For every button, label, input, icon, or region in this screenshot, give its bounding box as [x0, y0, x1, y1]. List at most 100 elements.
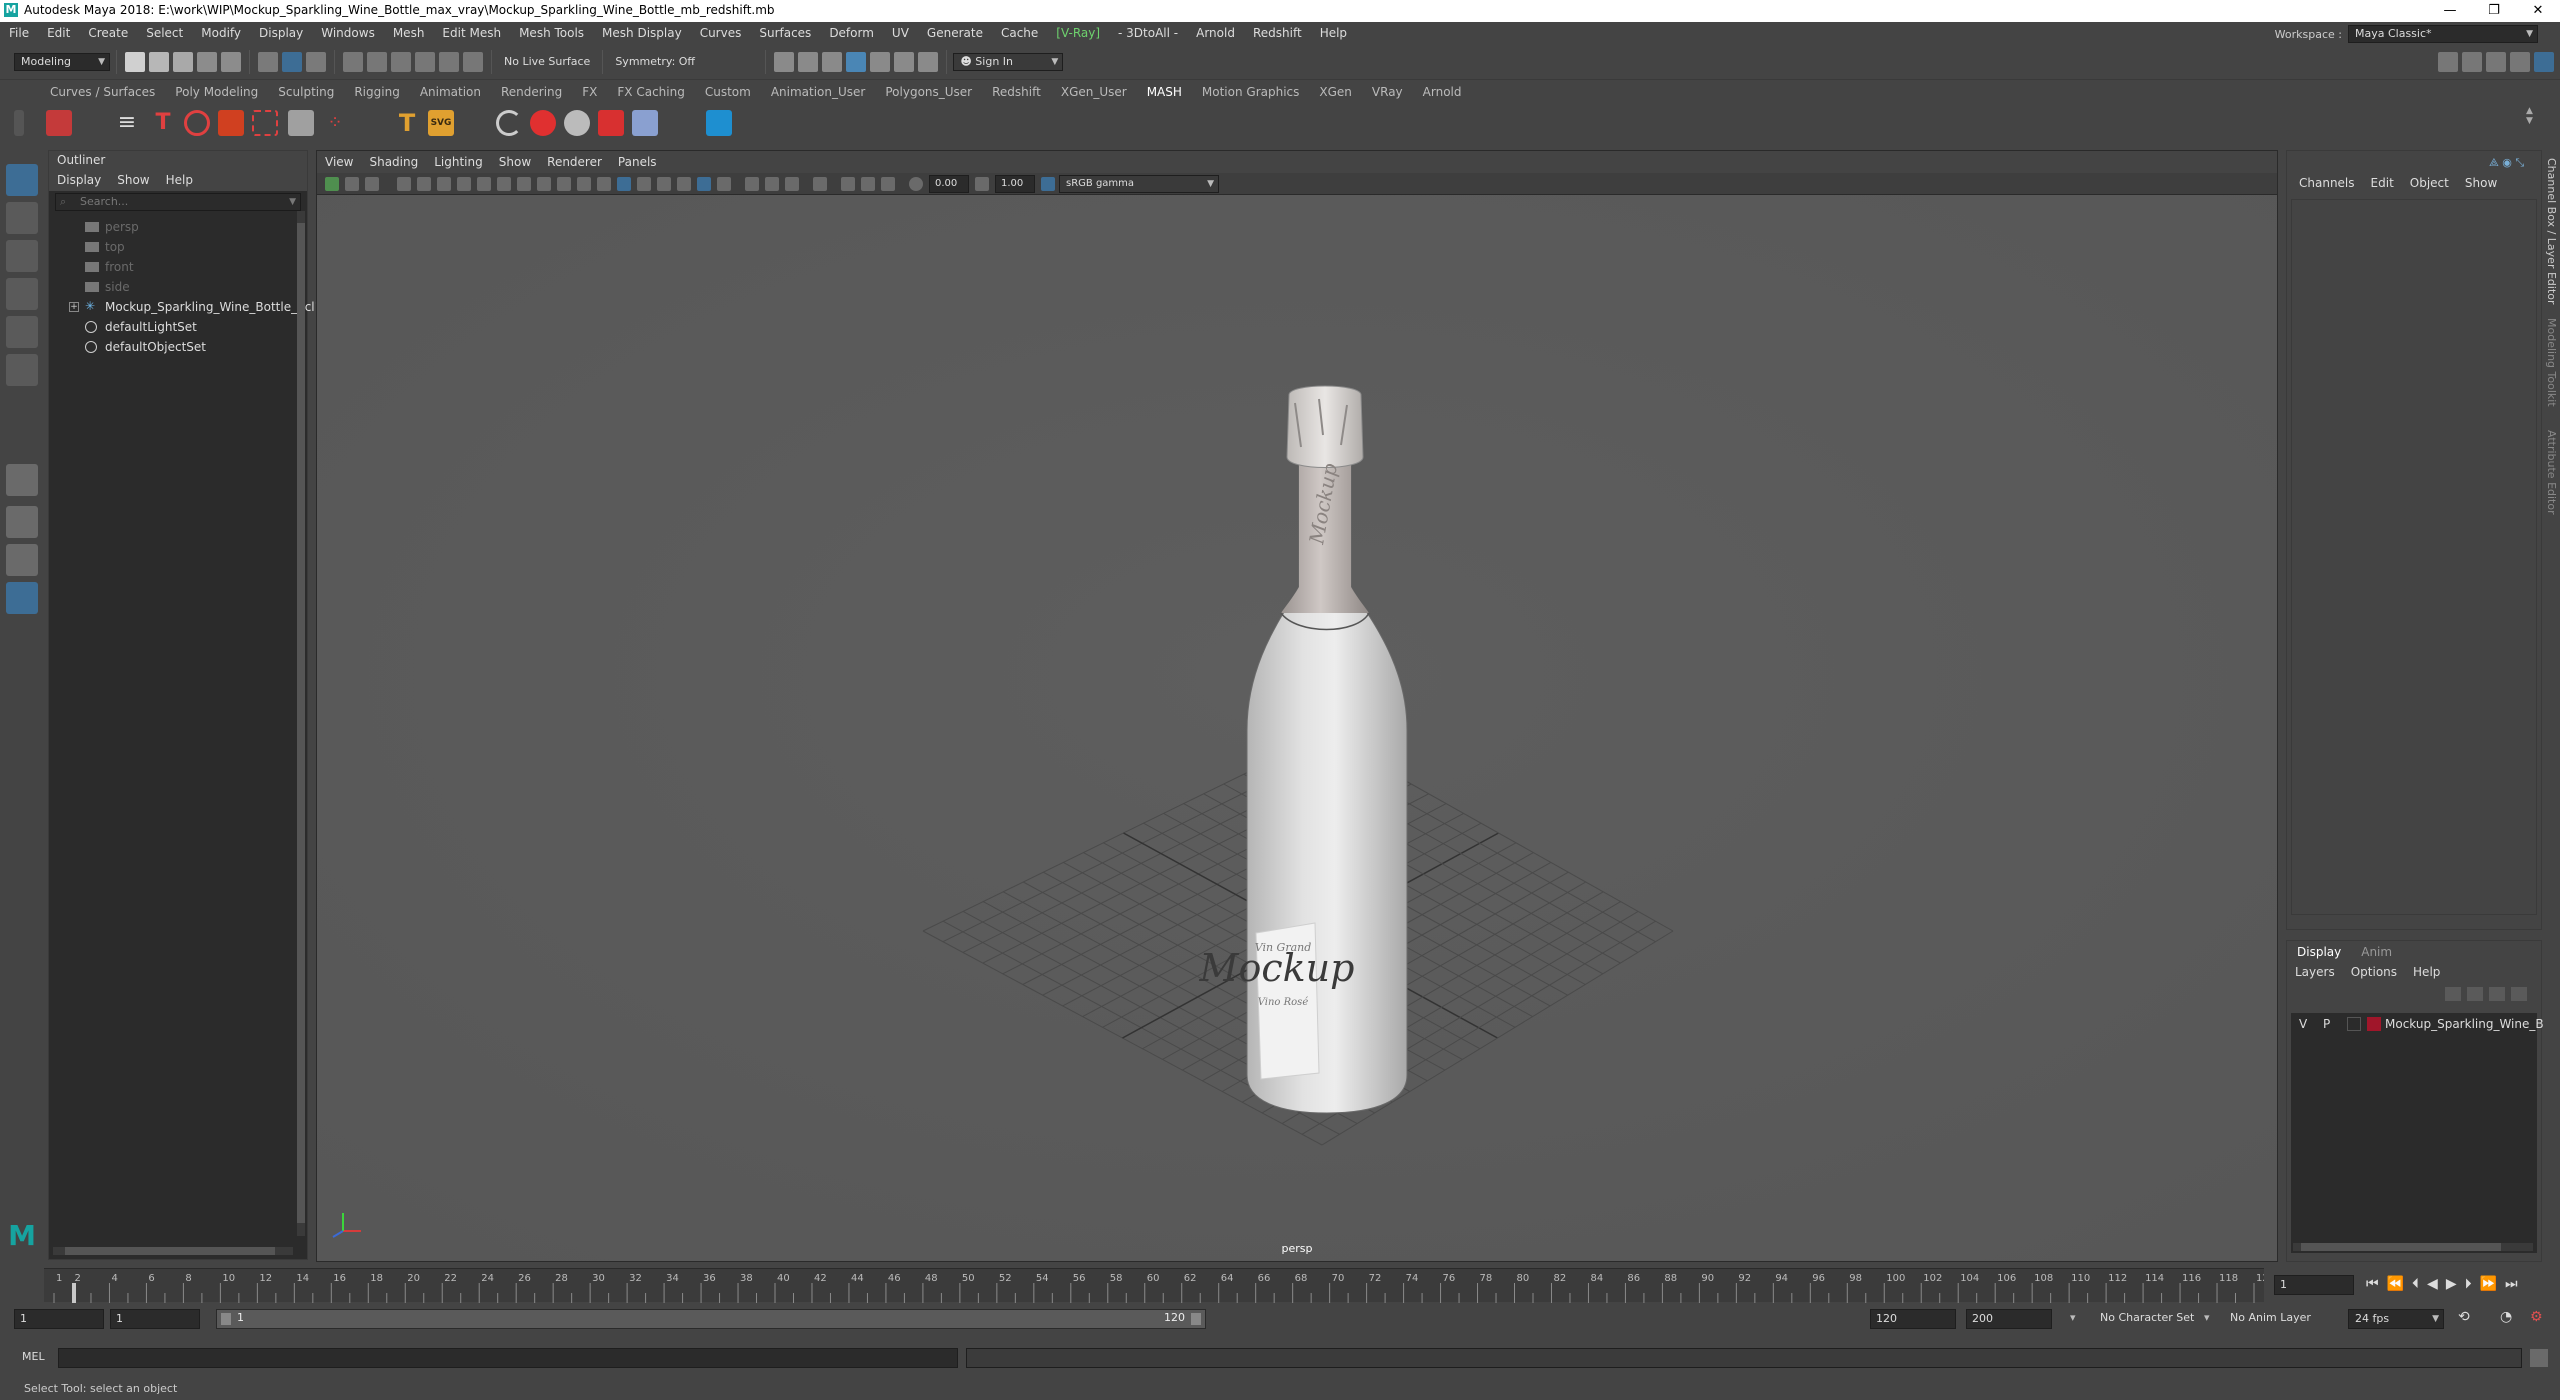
outliner-menu-help[interactable]: Help	[158, 169, 201, 191]
outliner-menu-show[interactable]: Show	[109, 169, 157, 191]
time-slider[interactable]: 1 2 4 6 8 10 12 14 16 18 20 22 24 26 28 30 32 34 36 38 40 42 4…	[44, 1268, 2275, 1303]
select-hierarchy-icon[interactable]	[258, 51, 278, 72]
tab-anim-layers[interactable]: Anim	[2351, 941, 2402, 963]
exposure-icon[interactable]	[909, 177, 923, 191]
step-back-frame-icon[interactable]: ⏴	[2412, 1276, 2419, 1292]
menu-mesh-tools[interactable]: Mesh Tools	[510, 22, 593, 44]
tab-xgen[interactable]: XGen	[1309, 82, 1362, 102]
step-forward-key-icon[interactable]: ⏩	[2480, 1276, 2497, 1292]
loop-icon[interactable]: ⟲	[2458, 1309, 2470, 1325]
minimize-button[interactable]: —	[2428, 0, 2472, 22]
expand-icon[interactable]: +	[69, 302, 79, 312]
mash-grid-icon[interactable]	[288, 110, 314, 136]
open-scene-icon[interactable]	[149, 51, 169, 72]
scrollbar-thumb[interactable]	[2301, 1243, 2501, 1251]
tab-motion-graphics[interactable]: Motion Graphics	[1192, 82, 1310, 102]
mash-dynamics-icon[interactable]	[564, 110, 590, 136]
auto-key-icon[interactable]: ◔	[2500, 1309, 2512, 1325]
menu-uv[interactable]: UV	[883, 22, 918, 44]
range-start-handle[interactable]	[221, 1313, 231, 1325]
shelf-menu-icon[interactable]	[14, 110, 24, 136]
channel-box-toggle-icon[interactable]	[2534, 52, 2554, 72]
paint-select-icon[interactable]	[6, 240, 38, 272]
menu-file[interactable]: File	[0, 22, 38, 44]
tab-display-layers[interactable]: Display	[2287, 941, 2351, 963]
four-view-icon[interactable]	[6, 506, 38, 538]
film-gate-icon[interactable]	[477, 177, 491, 191]
menu-mesh[interactable]: Mesh	[384, 22, 434, 44]
xray-icon[interactable]	[841, 177, 855, 191]
redo-icon[interactable]	[221, 51, 241, 72]
motion-blur-icon[interactable]	[745, 177, 759, 191]
channels-icon[interactable]: ⟁ ◉ ⤡	[2489, 156, 2524, 169]
menu-surfaces[interactable]: Surfaces	[750, 22, 820, 44]
single-perspective-icon[interactable]	[6, 464, 38, 496]
viewport-menu-show[interactable]: Show	[491, 151, 539, 173]
scale-tool-icon[interactable]	[6, 354, 38, 386]
mash-scatter-icon[interactable]: ⁘	[322, 110, 348, 136]
grid-toggle-icon[interactable]	[457, 177, 471, 191]
menu-vray[interactable]: [V-Ray]	[1047, 22, 1109, 44]
snap-surface-icon[interactable]	[439, 51, 459, 72]
safe-title-icon[interactable]	[577, 177, 591, 191]
outliner-item-side[interactable]: side	[49, 277, 307, 297]
isolate-select-icon[interactable]	[813, 177, 827, 191]
restore-button[interactable]: ❐	[2472, 0, 2516, 22]
select-component-icon[interactable]	[306, 51, 326, 72]
perspective-viewport[interactable]: Mockup Mockup Vin Grand Vino Rosé persp	[317, 195, 2277, 1261]
tab-poly-modeling[interactable]: Poly Modeling	[165, 82, 268, 102]
image-plane-icon[interactable]	[397, 177, 411, 191]
menu-help[interactable]: Help	[1311, 22, 1356, 44]
playback-prefs-icon[interactable]: ⚙	[2530, 1309, 2543, 1325]
viewport-menu-view[interactable]: View	[317, 151, 361, 173]
mash-network-icon[interactable]	[46, 110, 72, 136]
lasso-tool-icon[interactable]	[6, 202, 38, 234]
playback-end-field[interactable]: 120	[1870, 1309, 1956, 1329]
layer-horizontal-scrollbar[interactable]	[2293, 1243, 2533, 1251]
mash-sphere-icon[interactable]	[530, 110, 556, 136]
layer-row[interactable]: V P Mockup_Sparkling_Wine_Bott	[2291, 1013, 2560, 1035]
live-surface-label[interactable]: No Live Surface	[498, 55, 596, 68]
select-camera-icon[interactable]	[325, 177, 339, 191]
move-layer-up-icon[interactable]	[2445, 987, 2461, 1001]
mash-list-icon[interactable]: ≡	[114, 110, 140, 136]
channelbox-menu-channels[interactable]: Channels	[2291, 171, 2363, 195]
tab-polygons-user[interactable]: Polygons_User	[875, 82, 982, 102]
camera-attributes-icon[interactable]	[345, 177, 359, 191]
multisample-icon[interactable]	[765, 177, 779, 191]
gamma-field[interactable]: 1.00	[995, 175, 1035, 193]
side-tab-attribute-editor[interactable]: Attribute Editor	[2545, 430, 2558, 515]
tab-xgen-user[interactable]: XGen_User	[1051, 82, 1137, 102]
hypershade-icon[interactable]	[870, 51, 891, 72]
range-slider[interactable]: 1 120	[216, 1309, 1206, 1329]
animation-end-field[interactable]: 200	[1966, 1309, 2052, 1329]
workspace-dropdown[interactable]: Maya Classic* ▼	[2348, 25, 2538, 43]
go-to-start-icon[interactable]: ⏮	[2366, 1276, 2379, 1292]
viewport-menu-renderer[interactable]: Renderer	[539, 151, 610, 173]
layer-playback-toggle[interactable]: P	[2323, 1013, 2330, 1035]
menu-edit-mesh[interactable]: Edit Mesh	[433, 22, 510, 44]
snap-view-icon[interactable]	[415, 51, 435, 72]
viewport-menu-panels[interactable]: Panels	[610, 151, 665, 173]
color-management-icon[interactable]	[1041, 177, 1055, 191]
anim-layer-chevron-icon[interactable]: ▾	[2204, 1311, 2210, 1324]
channelbox-menu-show[interactable]: Show	[2457, 171, 2505, 195]
outliner-item-light-set[interactable]: defaultLightSet	[49, 317, 307, 337]
undo-icon[interactable]	[197, 51, 217, 72]
command-language-label[interactable]: MEL	[22, 1350, 45, 1363]
layout-list-icon[interactable]	[2510, 52, 2530, 72]
layer-name[interactable]: Mockup_Sparkling_Wine_Bott	[2385, 1013, 2560, 1035]
save-scene-icon[interactable]	[173, 51, 193, 72]
step-forward-frame-icon[interactable]: ⏵	[2465, 1276, 2472, 1292]
character-set-chevron-icon[interactable]: ▾	[2070, 1311, 2076, 1324]
command-input[interactable]	[58, 1348, 958, 1368]
mash-drop-icon[interactable]	[218, 110, 244, 136]
sign-in-button[interactable]: ☻ Sign In ▼	[953, 52, 1064, 71]
resolution-gate-icon[interactable]	[497, 177, 511, 191]
outliner-item-persp[interactable]: persp	[49, 217, 307, 237]
layer-menu-options[interactable]: Options	[2343, 963, 2405, 981]
menu-cache[interactable]: Cache	[992, 22, 1047, 44]
move-tool-icon[interactable]	[6, 278, 38, 310]
shelf-scroll-icon[interactable]: ▲ ▼	[2526, 106, 2536, 138]
go-to-end-icon[interactable]: ⏭	[2505, 1276, 2518, 1292]
